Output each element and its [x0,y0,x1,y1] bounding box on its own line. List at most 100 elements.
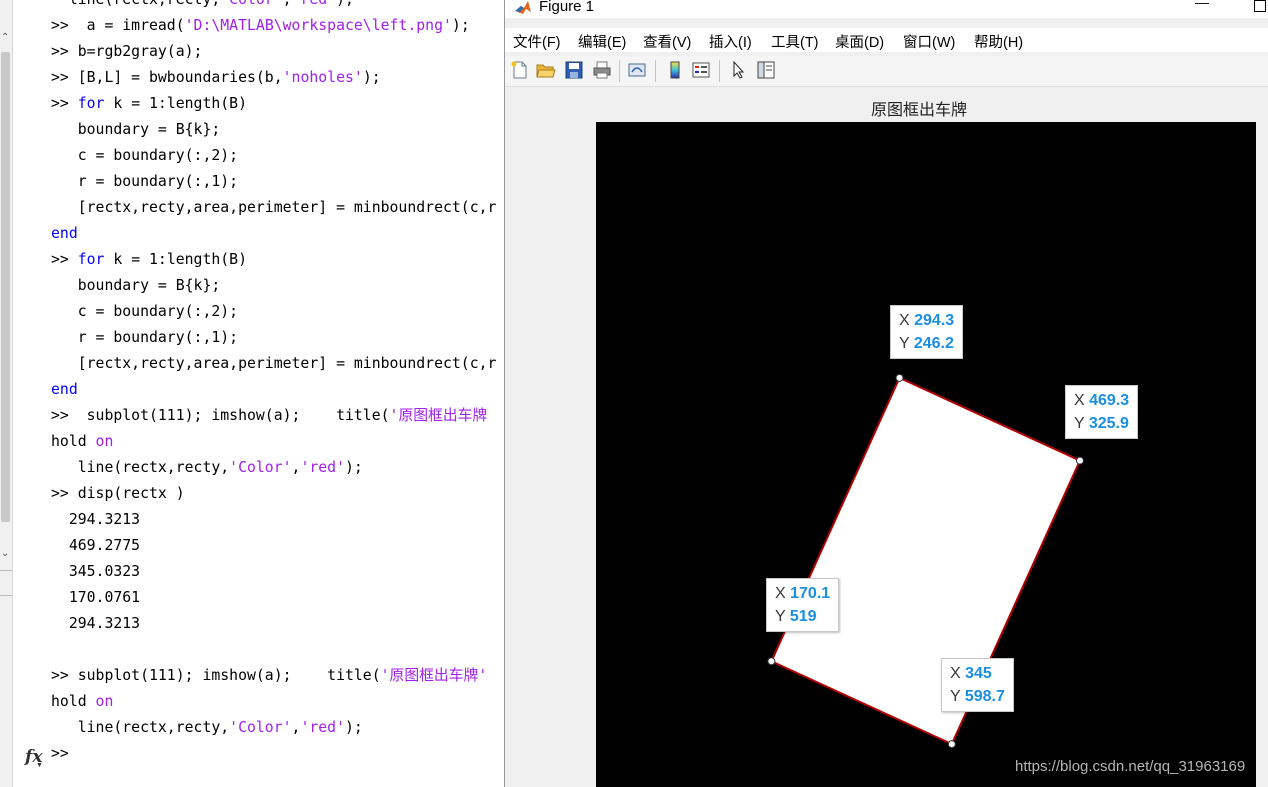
command-line: hold on [51,429,113,455]
command-line: >> subplot(111); imshow(a); title('原图框出车… [51,663,487,689]
code-string: 'red' [300,719,345,736]
scrollbar-thumb[interactable] [1,52,10,522]
command-window[interactable]: ⌃ ⌄ line(rectx,recty,'Color','red'); >> a… [0,0,504,787]
menu-desktop[interactable]: 桌面(D) [835,31,884,52]
scroll-up-icon[interactable]: ⌃ [1,32,9,43]
datatip-4[interactable]: X 345 Y 598.7 [941,658,1014,712]
command-line: 170.0761 [51,585,140,611]
command-line: >> a = imread('D:\MATLAB\workspace\left.… [51,13,470,39]
minimize-icon[interactable]: — [1195,0,1209,10]
code-text: ); [451,17,470,34]
code-text: hold [51,693,96,710]
link-figure-icon[interactable] [627,60,647,80]
datatip-1[interactable]: X 294.3 Y 246.2 [890,305,964,359]
code-text: >> b=rgb2gray(a); [51,43,203,60]
code-text: ); [362,69,381,86]
command-line: 294.3213 [51,507,140,533]
datatip-x-label: X [1074,392,1085,409]
code-text: line(rectx,recty, [51,0,220,8]
menu-edit[interactable]: 编辑(E) [578,31,626,52]
toolbar-separator [619,60,620,82]
command-line: [rectx,recty,area,perimeter] = minboundr… [51,195,497,221]
image-axes[interactable] [596,122,1256,787]
datatip-y-label: Y [950,688,961,705]
datatip-x-label: X [775,585,786,602]
maximize-icon[interactable] [1254,0,1266,12]
datatip-marker[interactable] [895,373,904,382]
code-text: 170.0761 [51,589,141,606]
command-line: c = boundary(:,2); [51,299,238,325]
code-string: 'D:\MATLAB\workspace\left.png' [184,17,452,34]
pointer-arrow-icon[interactable] [729,60,749,80]
code-text: boundary = B{k}; [51,277,221,294]
command-line: [rectx,recty,area,perimeter] = minboundr… [51,351,497,377]
menu-insert[interactable]: 插入(I) [709,31,752,52]
code-text: >> [51,251,78,268]
code-text: >> [B,L] = bwboundaries(b, [51,69,283,86]
command-line: boundary = B{k}; [51,273,221,299]
code-keyword: for [77,251,105,268]
code-text: >> subplot(111); imshow(a); title( [51,667,381,684]
legend-icon[interactable] [691,60,711,80]
code-keyword: end [51,381,78,398]
command-line: 345.0323 [51,559,140,585]
datatip-y-value: 598.7 [964,688,1005,705]
code-text: line(rectx,recty, [51,719,230,736]
code-text: [rectx,recty,area,perimeter] = minboundr… [51,199,497,216]
command-line: r = boundary(:,1); [51,325,238,351]
code-text: 294.3213 [51,511,141,528]
datatip-marker[interactable] [767,657,776,666]
code-string: 'Color' [220,0,282,8]
datatip-y-label: Y [1074,415,1085,432]
datatip-2[interactable]: X 469.3 Y 325.9 [1065,385,1139,439]
code-text: r = boundary(:,1); [51,329,239,346]
property-inspector-icon[interactable] [756,60,776,80]
toolbar-separator [655,60,656,82]
code-text: c = boundary(:,2); [51,303,239,320]
figure-titlebar[interactable]: Figure 1 — [505,0,1268,18]
code-string: 'Color' [229,719,292,736]
save-icon[interactable] [564,60,584,80]
menu-window[interactable]: 窗口(W) [903,31,955,52]
print-icon[interactable] [592,60,612,80]
scroll-down-icon[interactable]: ⌄ [1,548,9,559]
code-text: hold [51,433,96,450]
datatip-x-value: 469.3 [1089,392,1130,409]
code-text: boundary = B{k}; [51,121,221,138]
new-file-icon[interactable] [510,60,530,80]
code-text: >> disp(rectx ) [51,485,185,502]
axes-title: 原图框出车牌 [871,102,968,119]
open-folder-icon[interactable] [536,60,556,80]
menu-tools[interactable]: 工具(T) [771,31,819,52]
datatip-x-value: 170.1 [790,585,831,602]
datatip-x-label: X [950,665,961,682]
plot-canvas[interactable] [596,122,1256,787]
datatip-3[interactable]: X 170.1 Y 519 [766,578,840,632]
figure-window: Figure 1 — 文件(F) 编辑(E) 查看(V) 插入(I) 工具(T)… [504,0,1268,787]
command-line: line(rectx,recty,'Color','red'); [51,455,363,481]
fx-dropdown-icon[interactable]: ▼ [36,762,43,769]
code-text: 345.0323 [51,563,141,580]
command-line: >> subplot(111); imshow(a); title('原图框出车… [51,403,487,429]
command-window-scrollbar[interactable]: ⌃ ⌄ [0,0,13,787]
menu-file[interactable]: 文件(F) [513,31,561,52]
code-string: 'red' [300,459,345,476]
datatip-y-value: 246.2 [913,335,954,352]
command-line: end [51,377,78,403]
code-keyword: for [77,95,105,112]
datatip-y-value: 519 [789,608,817,625]
code-keyword: end [51,225,78,242]
datatip-marker[interactable] [947,740,956,749]
figure-menubar: 文件(F) 编辑(E) 查看(V) 插入(I) 工具(T) 桌面(D) 窗口(W… [505,28,1268,52]
command-line: 469.2775 [51,533,140,559]
code-text: ); [336,0,354,8]
colorbar-icon[interactable] [665,60,685,80]
code-text: [rectx,recty,area,perimeter] = minboundr… [51,355,497,372]
datatip-marker[interactable] [1075,456,1084,465]
code-string: '原图框出车牌' [380,667,488,684]
menu-view[interactable]: 查看(V) [643,31,691,52]
command-line: boundary = B{k}; [51,117,221,143]
gutter-divider [0,570,12,571]
matlab-logo-icon [515,1,531,14]
menu-help[interactable]: 帮助(H) [974,31,1023,52]
